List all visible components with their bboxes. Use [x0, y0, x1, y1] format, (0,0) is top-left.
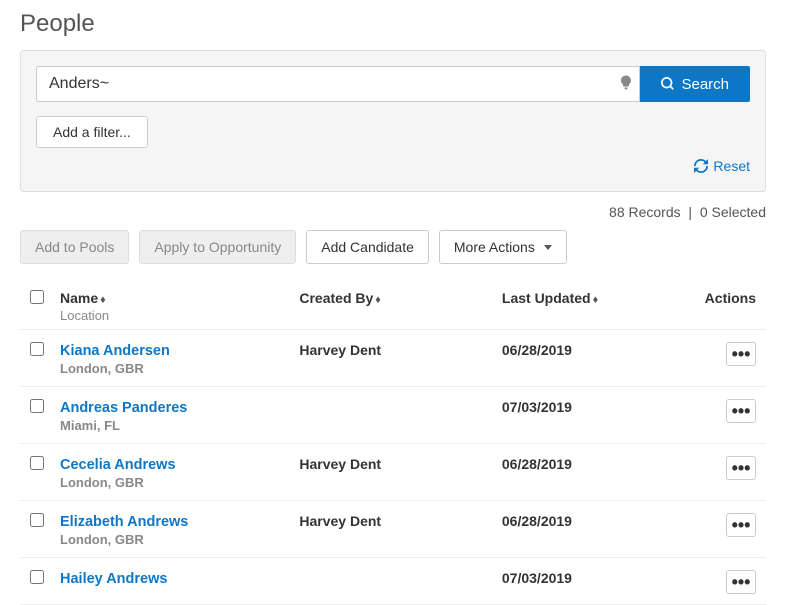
- header-created-by[interactable]: Created By: [299, 290, 373, 306]
- reset-link[interactable]: Reset: [694, 158, 750, 174]
- person-name-link[interactable]: Cecelia Andrews: [60, 457, 176, 473]
- last-updated-cell: 07/03/2019: [502, 399, 686, 415]
- table-header: Name♦ Location Created By♦ Last Updated♦…: [20, 282, 766, 330]
- person-location: London, GBR: [60, 532, 299, 547]
- row-checkbox[interactable]: [30, 513, 44, 527]
- header-name-sub: Location: [60, 308, 299, 323]
- apply-to-opportunity-button[interactable]: Apply to Opportunity: [139, 230, 296, 264]
- row-checkbox[interactable]: [30, 570, 44, 584]
- header-name[interactable]: Name: [60, 290, 98, 306]
- sort-icon: ♦: [593, 294, 599, 306]
- row-checkbox[interactable]: [30, 399, 44, 413]
- select-all-checkbox[interactable]: [30, 290, 44, 304]
- search-button-label: Search: [681, 76, 729, 93]
- last-updated-cell: 06/28/2019: [502, 456, 686, 472]
- table-row: Andreas Panderes Miami, FL 07/03/2019 •••: [20, 387, 766, 444]
- refresh-icon: [694, 159, 708, 173]
- table-row: Cecelia Andrews London, GBRHarvey Dent06/…: [20, 444, 766, 501]
- records-count: 88 Records: [609, 204, 681, 220]
- more-actions-button[interactable]: More Actions: [439, 230, 567, 264]
- selected-count: 0 Selected: [700, 204, 766, 220]
- row-actions-button[interactable]: •••: [726, 456, 756, 480]
- person-name-link[interactable]: Hailey Andrews: [60, 571, 167, 587]
- person-location: London, GBR: [60, 475, 299, 490]
- sort-icon: ♦: [100, 294, 106, 306]
- people-table: Name♦ Location Created By♦ Last Updated♦…: [20, 282, 766, 605]
- header-last-updated[interactable]: Last Updated: [502, 290, 591, 306]
- toolbar: Add to Pools Apply to Opportunity Add Ca…: [20, 230, 766, 264]
- person-location: London, GBR: [60, 361, 299, 376]
- person-name-link[interactable]: Kiana Andersen: [60, 343, 170, 359]
- person-name-link[interactable]: Andreas Panderes: [60, 400, 187, 416]
- created-by-cell: Harvey Dent: [299, 513, 502, 529]
- row-actions-button[interactable]: •••: [726, 342, 756, 366]
- table-row: Kiana Andersen London, GBRHarvey Dent06/2…: [20, 330, 766, 387]
- search-button[interactable]: Search: [640, 66, 750, 102]
- row-checkbox[interactable]: [30, 342, 44, 356]
- person-name-link[interactable]: Elizabeth Andrews: [60, 514, 188, 530]
- add-filter-button[interactable]: Add a filter...: [36, 116, 148, 148]
- sort-icon: ♦: [375, 294, 381, 306]
- row-actions-button[interactable]: •••: [726, 570, 756, 594]
- page-title: People: [20, 10, 766, 38]
- created-by-cell: Harvey Dent: [299, 456, 502, 472]
- search-icon: [661, 77, 675, 91]
- add-to-pools-button[interactable]: Add to Pools: [20, 230, 129, 264]
- person-location: Miami, FL: [60, 418, 299, 433]
- table-row: Elizabeth Andrews London, GBRHarvey Dent0…: [20, 501, 766, 558]
- created-by-cell: Harvey Dent: [299, 342, 502, 358]
- header-actions: Actions: [686, 290, 766, 323]
- more-actions-label: More Actions: [454, 239, 535, 255]
- reset-label: Reset: [713, 158, 750, 174]
- caret-down-icon: [544, 245, 552, 250]
- last-updated-cell: 07/03/2019: [502, 570, 686, 586]
- row-actions-button[interactable]: •••: [726, 399, 756, 423]
- row-actions-button[interactable]: •••: [726, 513, 756, 537]
- records-summary: 88 Records | 0 Selected: [20, 204, 766, 220]
- table-row: Hailey Andrews 07/03/2019 •••: [20, 558, 766, 605]
- row-checkbox[interactable]: [30, 456, 44, 470]
- add-candidate-button[interactable]: Add Candidate: [306, 230, 429, 264]
- last-updated-cell: 06/28/2019: [502, 513, 686, 529]
- search-input[interactable]: [36, 66, 640, 102]
- last-updated-cell: 06/28/2019: [502, 342, 686, 358]
- search-panel: Search Add a filter... Reset: [20, 50, 766, 192]
